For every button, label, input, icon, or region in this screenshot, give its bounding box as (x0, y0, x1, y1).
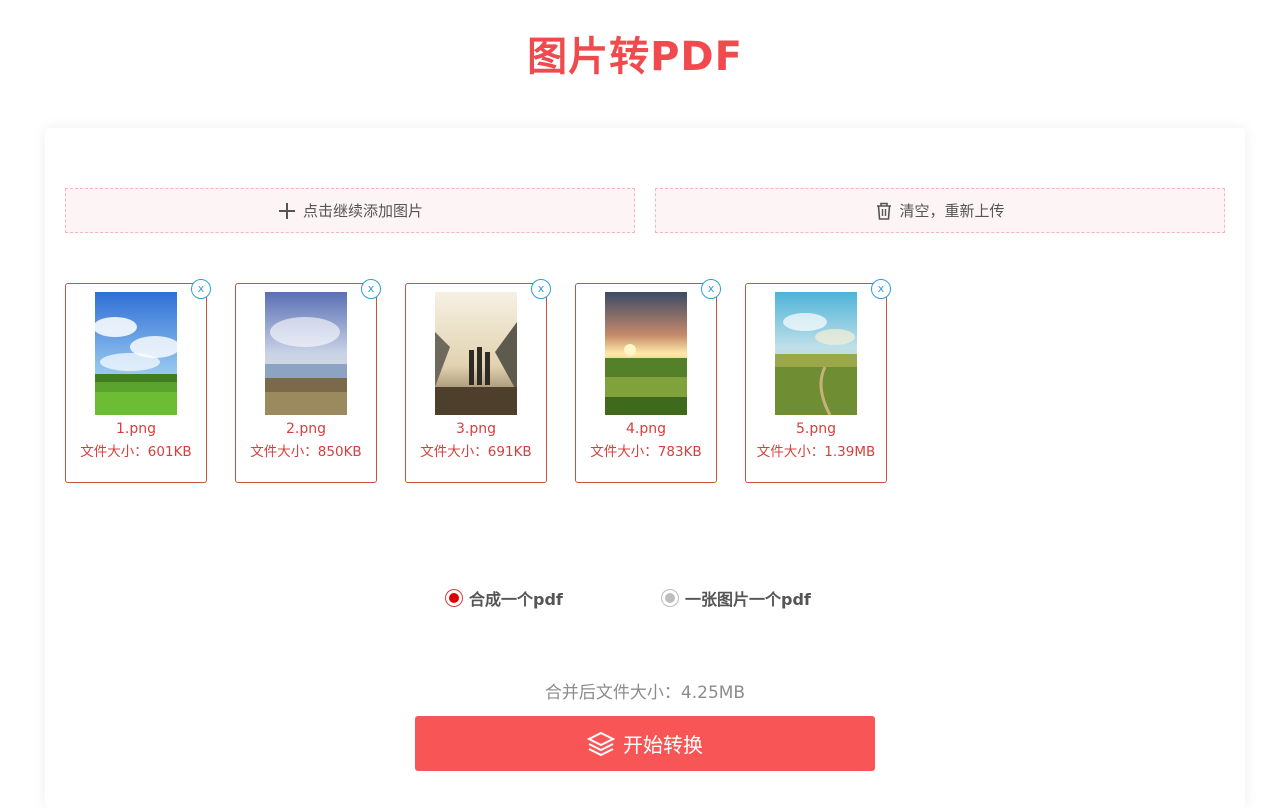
remove-file-icon[interactable]: x (361, 279, 381, 299)
file-card-5[interactable]: 5.png 文件大小：1.39MB x (745, 279, 891, 483)
file-size: 文件大小：783KB (590, 444, 702, 460)
remove-file-icon[interactable]: x (191, 279, 211, 299)
file-thumbnail-5 (775, 292, 857, 415)
trash-icon (875, 201, 893, 221)
merge-one-pdf-radio[interactable]: 合成一个pdf (445, 586, 563, 610)
file-card-2[interactable]: 2.png 文件大小：850KB x (235, 279, 381, 483)
file-card-4[interactable]: 4.png 文件大小：783KB x (575, 279, 721, 483)
page-title: 图片转PDF (527, 34, 743, 80)
layers-icon (587, 731, 615, 757)
add-images-label: 点击继续添加图片 (302, 202, 423, 220)
output-mode-group: 合成一个pdf 一张图片一个pdf (45, 586, 1245, 610)
plus-icon (277, 201, 297, 221)
file-card-1[interactable]: 1.png 文件大小：601KB x (65, 279, 211, 483)
merged-size-text: 合并后文件大小：4.25MB (544, 683, 746, 703)
file-thumbnail-2 (265, 292, 347, 415)
remove-file-icon[interactable]: x (871, 279, 891, 299)
remove-file-icon[interactable]: x (531, 279, 551, 299)
converter-panel: 点击继续添加图片 清空，重新上传 1.png 文件大小：601KB x 2.pn… (45, 128, 1245, 808)
file-name: 2.png (285, 421, 326, 437)
merge-one-pdf-label: 合成一个pdf (469, 590, 563, 609)
file-thumbnail-3 (435, 292, 517, 415)
one-pdf-per-image-radio[interactable]: 一张图片一个pdf (661, 586, 811, 610)
radio-selected-icon (445, 589, 463, 607)
add-images-button[interactable]: 点击继续添加图片 (65, 188, 635, 233)
file-size: 文件大小：1.39MB (756, 444, 876, 460)
file-name: 5.png (795, 421, 836, 437)
file-thumbnail-4 (605, 292, 687, 415)
start-convert-button[interactable]: 开始转换 (415, 716, 875, 771)
clear-reupload-label: 清空，重新上传 (899, 202, 1005, 220)
file-size: 文件大小：691KB (420, 444, 532, 460)
radio-unselected-icon (661, 589, 679, 607)
clear-reupload-button[interactable]: 清空，重新上传 (655, 188, 1225, 233)
file-name: 4.png (625, 421, 666, 437)
remove-file-icon[interactable]: x (701, 279, 721, 299)
file-thumbnail-1 (95, 292, 177, 415)
file-name: 3.png (455, 421, 496, 437)
start-convert-label: 开始转换 (623, 733, 703, 757)
file-size: 文件大小：601KB (80, 444, 192, 460)
file-name: 1.png (115, 421, 156, 437)
one-pdf-per-image-label: 一张图片一个pdf (685, 590, 811, 609)
file-size: 文件大小：850KB (250, 444, 362, 460)
file-card-3[interactable]: 3.png 文件大小：691KB x (405, 279, 551, 483)
